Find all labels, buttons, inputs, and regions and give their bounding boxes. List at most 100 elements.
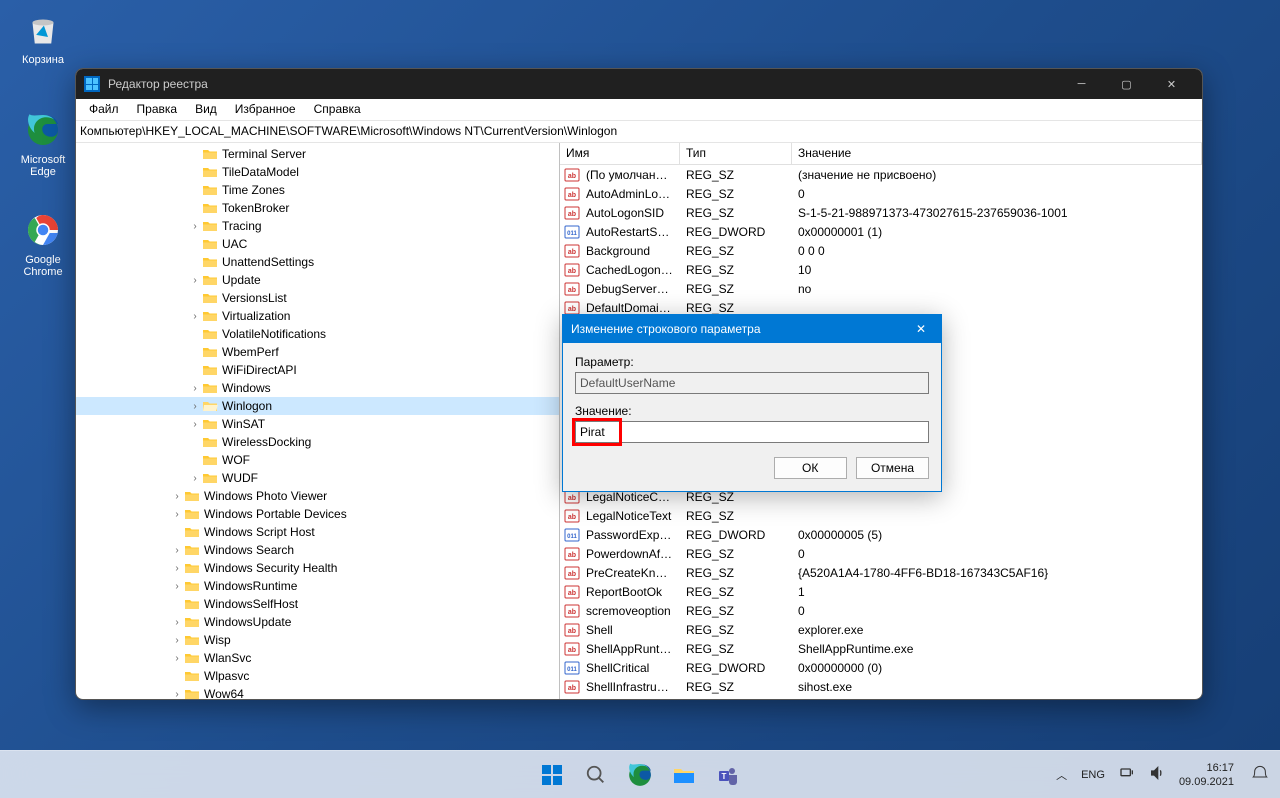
tree-node[interactable]: ›WindowsUpdate: [76, 613, 559, 631]
taskbar-explorer[interactable]: [664, 755, 704, 795]
tree-node[interactable]: VolatileNotifications: [76, 325, 559, 343]
list-row[interactable]: abscremoveoptionREG_SZ0: [560, 601, 1202, 620]
list-row[interactable]: ab(По умолчанию)REG_SZ(значение не присв…: [560, 165, 1202, 184]
tree-node[interactable]: ›Virtualization: [76, 307, 559, 325]
close-button[interactable]: ✕: [1149, 69, 1194, 99]
tree-node[interactable]: ›WinSAT: [76, 415, 559, 433]
tree-node[interactable]: ›WUDF: [76, 469, 559, 487]
menu-file[interactable]: Файл: [80, 99, 128, 120]
tree-node[interactable]: ›Winlogon: [76, 397, 559, 415]
tray-chevron-icon[interactable]: ︿: [1054, 765, 1069, 785]
chevron-icon[interactable]: ›: [188, 311, 202, 322]
tray-volume-icon[interactable]: [1147, 763, 1167, 786]
tree-node[interactable]: TokenBroker: [76, 199, 559, 217]
chevron-icon[interactable]: ›: [170, 491, 184, 502]
start-button[interactable]: [532, 755, 572, 795]
column-name[interactable]: Имя: [560, 143, 680, 164]
list-row[interactable]: abCachedLogonsC...REG_SZ10: [560, 260, 1202, 279]
list-row[interactable]: abDebugServerCo...REG_SZno: [560, 279, 1202, 298]
chevron-icon[interactable]: ›: [188, 275, 202, 286]
desktop-icon-recycle-bin[interactable]: Корзина: [8, 10, 78, 66]
list-row[interactable]: 011PasswordExpiry...REG_DWORD0x00000005 …: [560, 525, 1202, 544]
tree-node[interactable]: UAC: [76, 235, 559, 253]
tree-node[interactable]: VersionsList: [76, 289, 559, 307]
tree-node[interactable]: ›Windows: [76, 379, 559, 397]
list-row[interactable]: 011AutoRestartShellREG_DWORD0x00000001 (…: [560, 222, 1202, 241]
tray-clock[interactable]: 16:17 09.09.2021: [1177, 759, 1236, 791]
tray-notifications-icon[interactable]: [1250, 763, 1270, 786]
tree-node[interactable]: Terminal Server: [76, 145, 559, 163]
chevron-icon[interactable]: ›: [170, 689, 184, 700]
column-type[interactable]: Тип: [680, 143, 792, 164]
list-row[interactable]: 011ShellCriticalREG_DWORD0x00000000 (0): [560, 658, 1202, 677]
tree-node[interactable]: ›WindowsRuntime: [76, 577, 559, 595]
tree-node[interactable]: WOF: [76, 451, 559, 469]
list-row[interactable]: abShellInfrastructureREG_SZsihost.exe: [560, 677, 1202, 696]
list-row[interactable]: abAutoAdminLogonREG_SZ0: [560, 184, 1202, 203]
tree-node[interactable]: UnattendSettings: [76, 253, 559, 271]
tree-pane[interactable]: Terminal ServerTileDataModelTime ZonesTo…: [76, 143, 560, 699]
tree-node[interactable]: ›WlanSvc: [76, 649, 559, 667]
tree-node[interactable]: WbemPerf: [76, 343, 559, 361]
dialog-titlebar[interactable]: Изменение строкового параметра ✕: [563, 315, 941, 343]
binary-value-icon: 011: [564, 661, 580, 675]
tree-node[interactable]: Windows Script Host: [76, 523, 559, 541]
chevron-icon[interactable]: ›: [188, 401, 202, 412]
minimize-button[interactable]: ─: [1059, 69, 1104, 99]
taskbar-search-button[interactable]: [576, 755, 616, 795]
folder-icon: [202, 309, 218, 323]
value-input[interactable]: [575, 421, 929, 443]
chevron-icon[interactable]: ›: [170, 653, 184, 664]
desktop-icon-edge[interactable]: Microsoft Edge: [8, 110, 78, 178]
tray-network-icon[interactable]: [1117, 763, 1137, 786]
chevron-icon[interactable]: ›: [170, 635, 184, 646]
tree-node[interactable]: Wlpasvc: [76, 667, 559, 685]
menu-help[interactable]: Справка: [305, 99, 370, 120]
tree-node-label: WiFiDirectAPI: [222, 363, 297, 377]
tree-node[interactable]: ›Update: [76, 271, 559, 289]
tree-node[interactable]: Time Zones: [76, 181, 559, 199]
chevron-icon[interactable]: ›: [170, 617, 184, 628]
chevron-icon[interactable]: ›: [170, 581, 184, 592]
tray-language[interactable]: ENG: [1079, 767, 1107, 783]
ok-button[interactable]: ОК: [774, 457, 847, 479]
chevron-icon[interactable]: ›: [188, 383, 202, 394]
cancel-button[interactable]: Отмена: [856, 457, 929, 479]
menu-favorites[interactable]: Избранное: [226, 99, 305, 120]
chevron-icon[interactable]: ›: [188, 473, 202, 484]
chevron-icon[interactable]: ›: [188, 419, 202, 430]
tree-node[interactable]: ›Windows Search: [76, 541, 559, 559]
titlebar[interactable]: Редактор реестра ─ ▢ ✕: [76, 69, 1202, 99]
chevron-icon[interactable]: ›: [170, 545, 184, 556]
tree-node[interactable]: ›Tracing: [76, 217, 559, 235]
dialog-close-button[interactable]: ✕: [901, 315, 941, 343]
chevron-icon[interactable]: ›: [170, 563, 184, 574]
tree-node[interactable]: ›Wisp: [76, 631, 559, 649]
tree-node[interactable]: ›Windows Photo Viewer: [76, 487, 559, 505]
menu-edit[interactable]: Правка: [128, 99, 187, 120]
list-row[interactable]: abReportBootOkREG_SZ1: [560, 582, 1202, 601]
maximize-button[interactable]: ▢: [1104, 69, 1149, 99]
tree-node[interactable]: ›Windows Security Health: [76, 559, 559, 577]
list-row[interactable]: abBackgroundREG_SZ0 0 0: [560, 241, 1202, 260]
taskbar-teams[interactable]: T: [708, 755, 748, 795]
list-row[interactable]: abPreCreateKnow...REG_SZ{A520A1A4-1780-4…: [560, 563, 1202, 582]
chevron-icon[interactable]: ›: [188, 221, 202, 232]
column-value[interactable]: Значение: [792, 143, 1202, 164]
tree-node[interactable]: WiFiDirectAPI: [76, 361, 559, 379]
desktop-icon-chrome[interactable]: Google Chrome: [8, 210, 78, 278]
tree-node[interactable]: WindowsSelfHost: [76, 595, 559, 613]
tree-node[interactable]: ›Wow64: [76, 685, 559, 699]
address-bar[interactable]: Компьютер\HKEY_LOCAL_MACHINE\SOFTWARE\Mi…: [76, 121, 1202, 143]
list-row[interactable]: abShellAppRuntimeREG_SZShellAppRuntime.e…: [560, 639, 1202, 658]
list-row[interactable]: abPowerdownAfte...REG_SZ0: [560, 544, 1202, 563]
chevron-icon[interactable]: ›: [170, 509, 184, 520]
tree-node[interactable]: ›Windows Portable Devices: [76, 505, 559, 523]
tree-node[interactable]: WirelessDocking: [76, 433, 559, 451]
list-row[interactable]: abShellREG_SZexplorer.exe: [560, 620, 1202, 639]
taskbar-edge[interactable]: [620, 755, 660, 795]
list-row[interactable]: abLegalNoticeTextREG_SZ: [560, 506, 1202, 525]
tree-node[interactable]: TileDataModel: [76, 163, 559, 181]
list-row[interactable]: abAutoLogonSIDREG_SZS-1-5-21-988971373-4…: [560, 203, 1202, 222]
menu-view[interactable]: Вид: [186, 99, 226, 120]
